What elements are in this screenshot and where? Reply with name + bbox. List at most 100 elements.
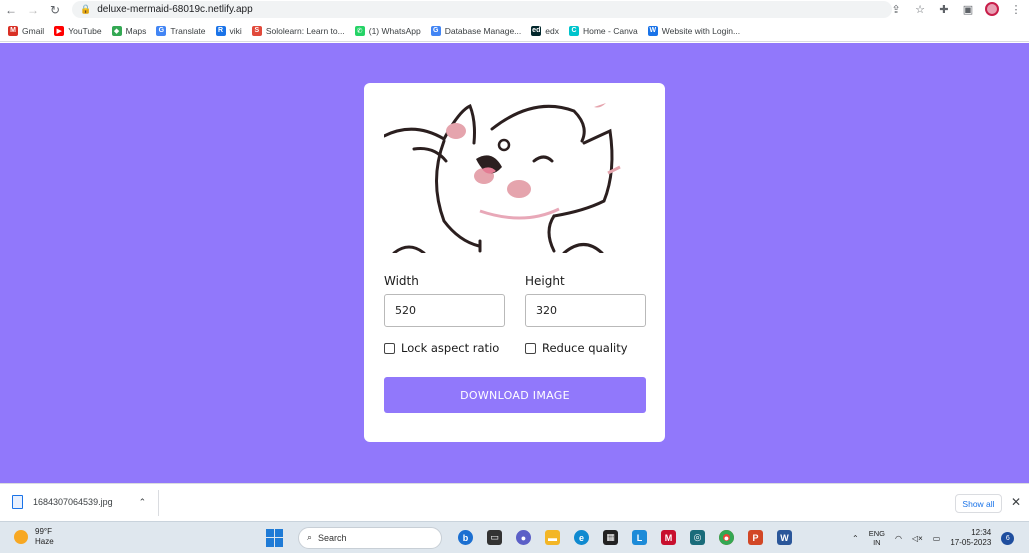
bookmark-label: viki [229,25,242,36]
system-tray: ⌃ ENG IN ◠ ◁× ▭ 12:34 17-05-2023 6 [852,528,1015,548]
sun-icon [14,530,28,544]
bookmark-icon: M [8,25,18,36]
l-app-icon[interactable]: L [628,526,651,549]
checkbox-box[interactable] [525,342,536,354]
windows-taskbar: 99°F Haze ⌕ Search b ▭ ● ▬ e ▦ L M ◎ ● P… [0,521,1029,553]
bookmark-item[interactable]: M Gmail [8,25,45,36]
page-background: Width Height Lock aspect ratio Reduce qu… [0,43,1029,483]
reload-icon[interactable]: ↻ [44,0,66,20]
word-icon[interactable]: W [773,526,796,549]
chrome-icon[interactable]: ● [715,526,738,549]
bookmark-icon: ▶ [54,25,65,36]
bookmark-icon: S [251,25,262,36]
edge-icon[interactable]: e [570,526,593,549]
taskbar-apps: ⌕ Search b ▭ ● ▬ e ▦ L M ◎ ● P W [266,526,796,549]
bookmark-icon: W [647,25,658,36]
file-icon [12,495,23,509]
bookmark-label: Sololearn: Learn to... [265,25,345,36]
battery-icon[interactable]: ▭ [933,534,941,543]
bookmark-icon: R [215,25,226,36]
height-input[interactable] [525,294,646,327]
bookmark-item[interactable]: ▶ YouTube [54,25,102,36]
bookmark-label: YouTube [68,25,102,36]
bookmark-icon: ✆ [354,25,365,36]
bookmark-label: (1) WhatsApp [368,25,421,36]
bookmark-item[interactable]: ◆ Maps [111,25,146,36]
image-preview[interactable] [384,101,646,253]
bookmark-label: Home - Canva [582,25,638,36]
show-all-button[interactable]: Show all [955,494,1002,513]
bookmark-icon: C [568,25,579,36]
lang-top: ENG [868,529,885,538]
powerpoint-icon[interactable]: P [744,526,767,549]
bookmark-item[interactable]: Rviki [215,25,242,36]
close-icon[interactable]: ✕ [1011,495,1021,509]
bookmark-item[interactable]: G Database Manage... [430,25,522,36]
bookmark-item[interactable]: W Website with Login... [647,25,741,36]
file-explorer-icon[interactable]: ▬ [541,526,564,549]
cartoon-cat-image [384,103,621,253]
time: 12:34 [971,528,992,537]
app-icon[interactable]: ◎ [686,526,709,549]
star-icon[interactable]: ☆ [913,2,927,16]
browser-toolbar: ← → ↻ 🔒 deluxe-mermaid-68019c.netlify.ap… [0,0,1029,20]
bing-icon[interactable]: b [454,526,477,549]
share-icon[interactable]: ⇪ [889,2,903,16]
download-item[interactable]: 1684307064539.jpg ⌃ [12,495,146,509]
reduce-quality-label: Reduce quality [542,341,628,355]
address-bar[interactable]: 🔒 deluxe-mermaid-68019c.netlify.app [72,1,892,18]
language-indicator[interactable]: ENG IN [869,529,885,547]
search-icon: ⌕ [307,532,313,542]
bookmark-item[interactable]: S Sololearn: Learn to... [251,25,345,36]
bookmark-label: Website with Login... [661,25,741,36]
store-icon[interactable]: ▦ [599,526,622,549]
bookmark-item[interactable]: ed edx [531,25,559,36]
chevron-up-icon[interactable]: ⌃ [139,497,147,508]
lock-aspect-ratio-checkbox[interactable]: Lock aspect ratio [384,341,499,355]
volume-icon[interactable]: ◁× [912,534,923,543]
url-text: deluxe-mermaid-68019c.netlify.app [97,4,253,15]
wifi-icon[interactable]: ◠ [895,534,902,543]
mcafee-icon[interactable]: M [657,526,680,549]
chevron-up-icon[interactable]: ⌃ [852,534,859,543]
weather-widget[interactable]: 99°F Haze [14,527,54,547]
date: 17-05-2023 [950,538,992,547]
bookmark-item[interactable]: G Translate [156,25,206,36]
divider [158,490,159,516]
forward-icon[interactable]: → [22,0,44,20]
reduce-quality-checkbox[interactable]: Reduce quality [525,341,628,355]
bookmark-label: Gmail [22,25,45,36]
avatar[interactable] [985,2,999,16]
side-panel-icon[interactable]: ▣ [961,2,975,16]
width-label: Width [384,274,419,288]
task-view-icon[interactable]: ▭ [483,526,506,549]
back-icon[interactable]: ← [0,0,22,20]
image-resizer-card: Width Height Lock aspect ratio Reduce qu… [364,83,665,442]
bookmark-icon: ◆ [111,25,122,36]
windows-start-icon[interactable] [266,528,284,547]
clock[interactable]: 12:34 17-05-2023 [950,528,991,548]
bookmarks-bar: M Gmail ▶ YouTube ◆ Maps G Translate Rviki S Solol… [0,20,1029,42]
extensions-icon[interactable]: ✚ [937,2,951,16]
menu-icon[interactable]: ⋮ [1009,2,1023,16]
width-input[interactable] [384,294,505,327]
lock-aspect-ratio-label: Lock aspect ratio [401,341,500,355]
height-label: Height [525,274,565,288]
chat-icon[interactable]: ● [512,526,535,549]
notification-badge[interactable]: 6 [1001,531,1015,545]
bookmark-item[interactable]: C Home - Canva [568,25,638,36]
search-placeholder: Search [318,532,347,543]
weather-desc: Haze [35,537,54,546]
bookmark-icon: G [430,25,441,36]
bookmark-label: Translate [170,25,206,36]
bookmark-label: Database Manage... [444,25,522,36]
bookmark-item[interactable]: ✆ (1) WhatsApp [354,25,421,36]
weather-temp: 99°F [35,527,52,536]
lang-bottom: IN [873,538,881,547]
bookmark-icon: ed [531,25,542,36]
download-bar: 1684307064539.jpg ⌃ Show all ✕ [0,483,1029,521]
taskbar-search[interactable]: ⌕ Search [298,526,442,549]
checkbox-box[interactable] [384,342,395,354]
download-image-button[interactable]: DOWNLOAD IMAGE [384,377,646,413]
lock-icon: 🔒 [80,4,92,14]
